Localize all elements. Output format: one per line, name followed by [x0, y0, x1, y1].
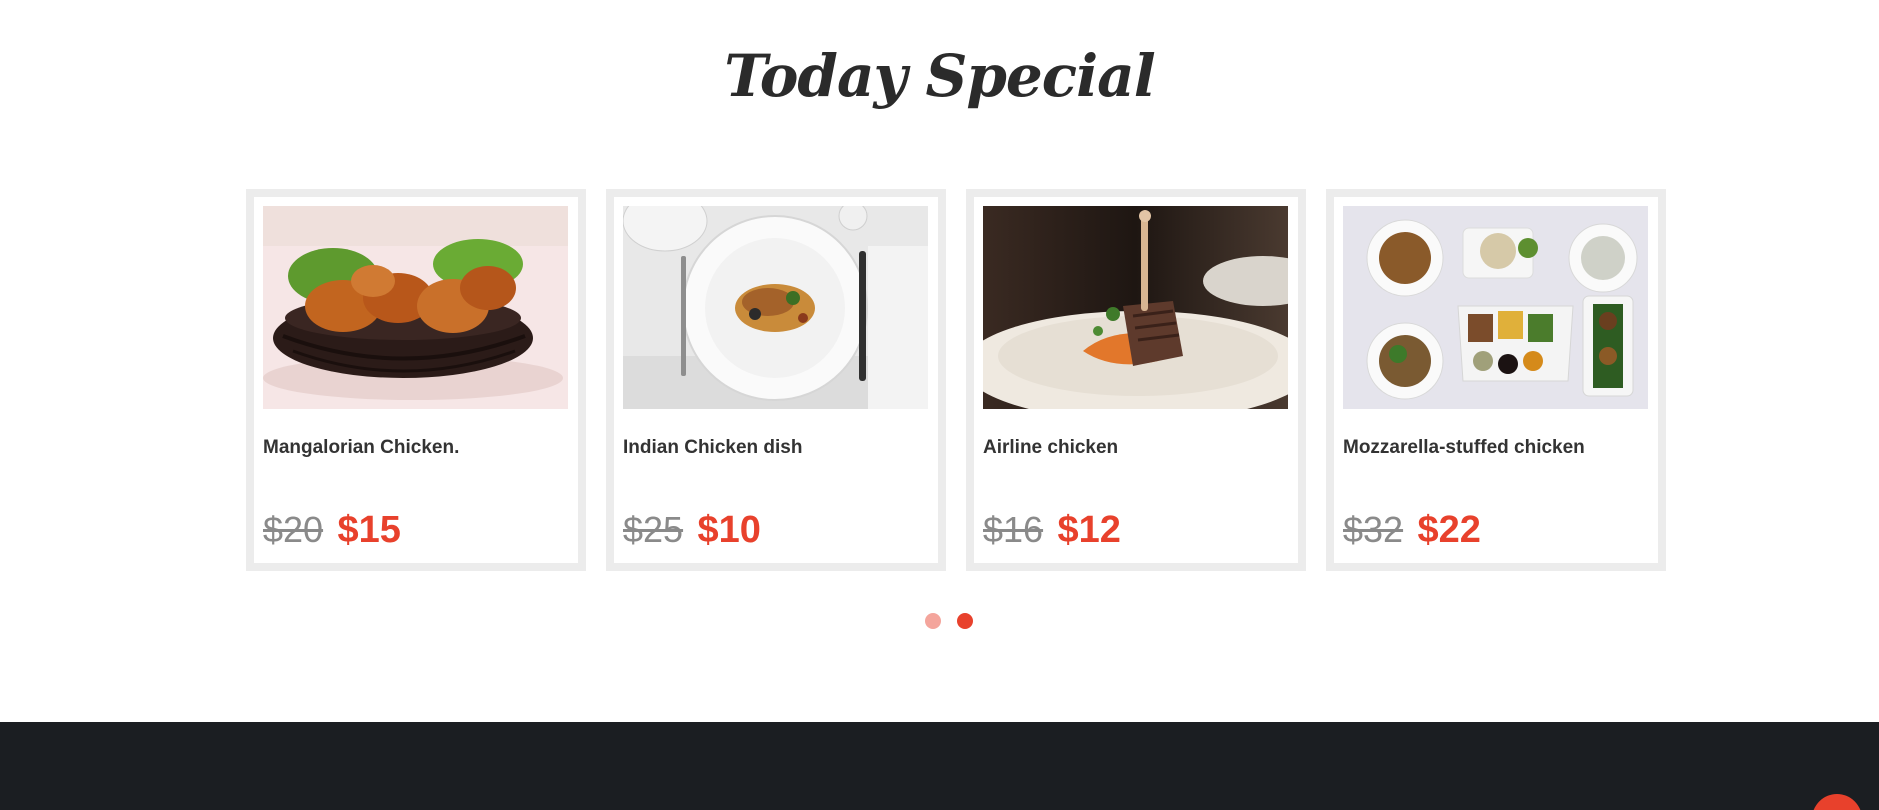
old-price: $20	[263, 509, 324, 550]
page: Today Special Mangalorian Chicken. $20 $…	[0, 0, 1879, 810]
new-price: $15	[337, 509, 401, 551]
old-price: $16	[983, 509, 1044, 550]
dish-image[interactable]	[263, 206, 568, 409]
old-price: $32	[1343, 509, 1404, 550]
footer	[0, 722, 1879, 810]
dish-price: $32 $22	[1343, 509, 1481, 552]
carousel-dot-2[interactable]	[957, 613, 973, 629]
dish-name[interactable]: Airline chicken	[983, 437, 1118, 459]
dish-image[interactable]	[1343, 206, 1648, 409]
dish-card[interactable]: Mozzarella-stuffed chicken $32 $22	[1326, 189, 1666, 571]
dish-card[interactable]: Indian Chicken dish $25 $10	[606, 189, 946, 571]
dish-card[interactable]: Airline chicken $16 $12	[966, 189, 1306, 571]
dish-name[interactable]: Mangalorian Chicken.	[263, 437, 459, 459]
dish-price: $25 $10	[623, 509, 761, 552]
new-price: $22	[1417, 509, 1481, 551]
section-title: Today Special	[724, 42, 1156, 110]
fried-chicken-basket-image	[263, 206, 568, 409]
plated-chicken-dish-image	[623, 206, 928, 409]
dish-image[interactable]	[623, 206, 928, 409]
carousel-dot-1[interactable]	[925, 613, 941, 629]
old-price: $25	[623, 509, 684, 550]
dish-card[interactable]: Mangalorian Chicken. $20 $15	[246, 189, 586, 571]
dish-price: $16 $12	[983, 509, 1121, 552]
new-price: $10	[697, 509, 761, 551]
mozzarella-chicken-platter-image	[1343, 206, 1648, 409]
dish-image[interactable]	[983, 206, 1288, 409]
new-price: $12	[1057, 509, 1121, 551]
carousel-pagination	[925, 613, 973, 629]
dish-name[interactable]: Indian Chicken dish	[623, 437, 802, 459]
dish-name[interactable]: Mozzarella-stuffed chicken	[1343, 437, 1585, 459]
airline-chicken-image	[983, 206, 1288, 409]
dish-price: $20 $15	[263, 509, 401, 552]
dish-carousel: Mangalorian Chicken. $20 $15 Indian Chic…	[246, 189, 1666, 571]
